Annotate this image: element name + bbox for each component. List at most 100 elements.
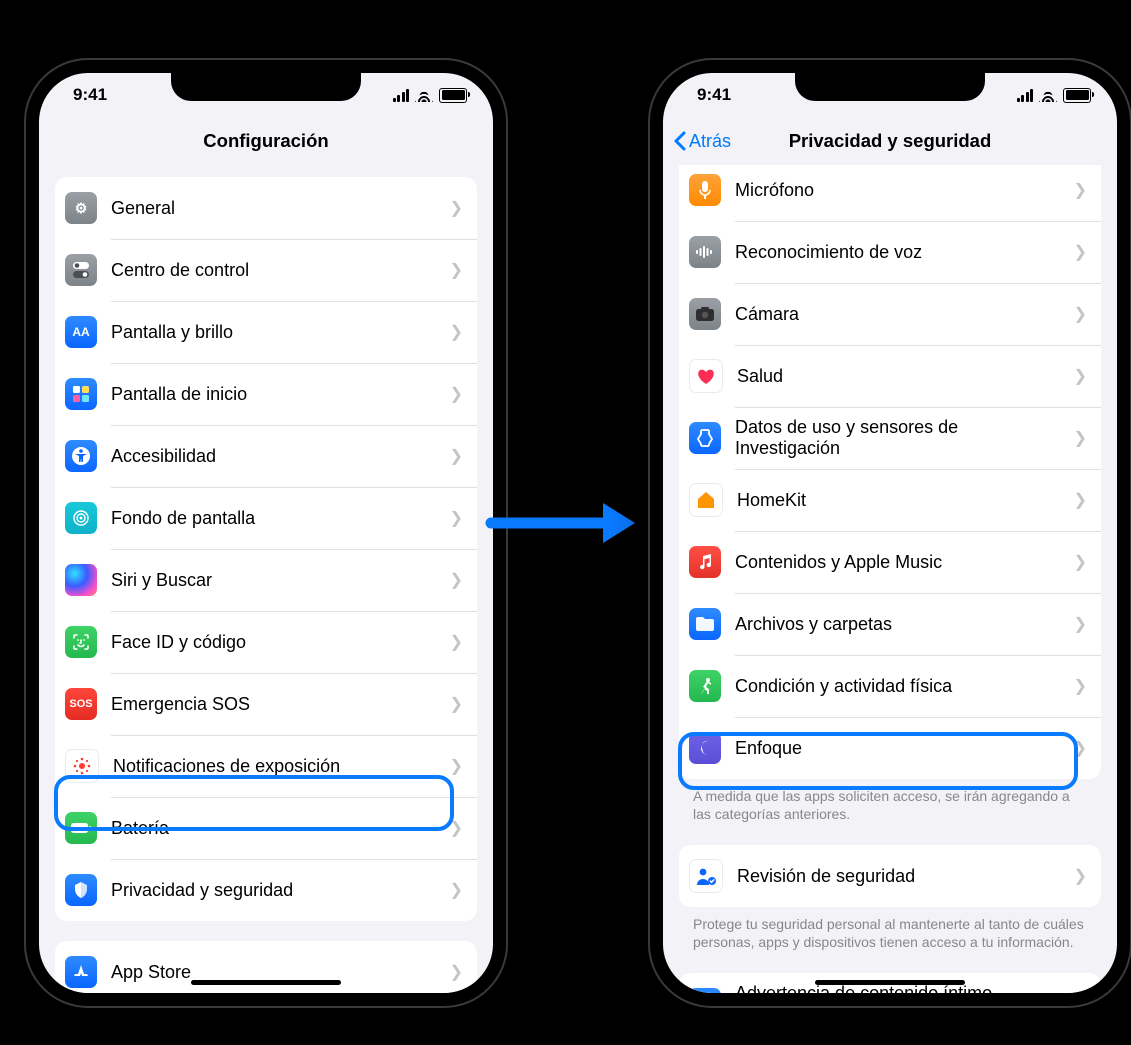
row-label: Emergencia SOS [111,694,436,715]
chevron-right-icon: ❯ [450,756,463,776]
chevron-right-icon: ❯ [450,694,463,714]
display-brightness-icon: AA [65,316,97,348]
speech-icon [689,236,721,268]
fitness-icon [689,670,721,702]
row-battery[interactable]: Batería ❯ [55,797,477,859]
research-icon [689,422,721,454]
row-health[interactable]: Salud ❯ [679,345,1101,407]
chevron-right-icon: ❯ [1074,366,1087,386]
row-label: Datos de uso y sensores de Investigación [735,417,1060,459]
row-label: Centro de control [111,260,436,281]
notch [795,73,985,101]
cellular-signal-icon [1017,89,1034,102]
focus-icon [689,732,721,764]
row-microphone[interactable]: Micrófono ❯ [679,165,1101,221]
row-exposure-notifications[interactable]: Notificaciones de exposición ❯ [55,735,477,797]
row-privacy-security[interactable]: Privacidad y seguridad ❯ [55,859,477,921]
arrow-right-icon [485,495,645,551]
row-motion-fitness[interactable]: Condición y actividad física ❯ [679,655,1101,717]
page-title: Privacidad y seguridad [789,130,992,152]
row-display-brightness[interactable]: AA Pantalla y brillo ❯ [55,301,477,363]
chevron-right-icon: ❯ [1074,738,1087,758]
row-camera[interactable]: Cámara ❯ [679,283,1101,345]
row-accessibility[interactable]: Accesibilidad ❯ [55,425,477,487]
siri-icon [65,564,97,596]
homekit-icon [689,483,723,517]
row-label: Accesibilidad [111,446,436,467]
row-label: Pantalla y brillo [111,322,436,343]
row-faceid-passcode[interactable]: Face ID y código ❯ [55,611,477,673]
chevron-right-icon: ❯ [1074,552,1087,572]
row-general[interactable]: ⚙︎ General ❯ [55,177,477,239]
health-icon [689,359,723,393]
back-label: Atrás [689,131,731,152]
chevron-right-icon: ❯ [450,570,463,590]
control-center-icon [65,254,97,286]
row-files-folders[interactable]: Archivos y carpetas ❯ [679,593,1101,655]
row-label: Condición y actividad física [735,676,1060,697]
page-title: Configuración [203,130,328,152]
row-label: Face ID y código [111,632,436,653]
nav-bar: Atrás Privacidad y seguridad [663,117,1117,165]
row-apple-music[interactable]: Contenidos y Apple Music ❯ [679,531,1101,593]
row-safety-check[interactable]: Revisión de seguridad ❯ [679,845,1101,907]
chevron-right-icon: ❯ [1074,180,1087,200]
appstore-icon [65,956,97,988]
accessibility-icon [65,440,97,472]
row-homekit[interactable]: HomeKit ❯ [679,469,1101,531]
status-time: 9:41 [697,85,731,105]
battery-icon-status [1063,88,1091,103]
cellular-signal-icon [393,89,410,102]
row-app-store[interactable]: App Store ❯ [55,941,477,993]
footer-text: A medida que las apps soliciten acceso, … [679,787,1101,827]
back-button[interactable]: Atrás [673,117,731,165]
row-home-screen[interactable]: Pantalla de inicio ❯ [55,363,477,425]
row-speech-recognition[interactable]: Reconocimiento de voz ❯ [679,221,1101,283]
row-emergency-sos[interactable]: SOS Emergencia SOS ❯ [55,673,477,735]
privacy-icon [65,874,97,906]
chevron-right-icon: ❯ [1074,490,1087,510]
row-wallpaper[interactable]: Fondo de pantalla ❯ [55,487,477,549]
row-label: Fondo de pantalla [111,508,436,529]
notch [171,73,361,101]
safety-check-group: Revisión de seguridad ❯ [679,845,1101,907]
chevron-right-icon: ❯ [450,880,463,900]
chevron-right-icon: ❯ [1074,428,1087,448]
chevron-right-icon: ❯ [1074,242,1087,262]
row-focus[interactable]: Enfoque ❯ [679,717,1101,779]
content-scroll[interactable]: Micrófono ❯ Reconocimiento de voz ❯ Cáma… [663,165,1117,993]
apple-music-icon [689,546,721,578]
camera-icon [689,298,721,330]
safety-check-icon [689,859,723,893]
chevron-right-icon: ❯ [450,198,463,218]
row-label: HomeKit [737,490,1060,511]
home-indicator[interactable] [191,980,341,985]
footer-text: Protege tu seguridad personal al mantene… [679,915,1101,955]
row-label: Revisión de seguridad [737,866,1060,887]
row-label: Salud [737,366,1060,387]
row-label: Privacidad y seguridad [111,880,436,901]
wallpaper-icon [65,502,97,534]
row-research-sensors[interactable]: Datos de uso y sensores de Investigación… [679,407,1101,469]
privacy-group-1: Micrófono ❯ Reconocimiento de voz ❯ Cáma… [679,165,1101,779]
battery-icon [65,812,97,844]
status-time: 9:41 [73,85,107,105]
chevron-right-icon: ❯ [450,260,463,280]
chevron-right-icon: ❯ [450,632,463,652]
microphone-icon [689,174,721,206]
row-label: Siri y Buscar [111,570,436,591]
battery-icon-status [439,88,467,103]
row-label: Notificaciones de exposición [113,756,436,777]
settings-group-2: App Store ❯ Wallet y Apple Pay ❯ [55,941,477,993]
row-siri-search[interactable]: Siri y Buscar ❯ [55,549,477,611]
row-label: General [111,198,436,219]
gear-icon: ⚙︎ [65,192,97,224]
row-label: Batería [111,818,436,839]
chevron-right-icon: ❯ [1074,614,1087,634]
chevron-right-icon: ❯ [1074,866,1087,886]
row-control-center[interactable]: Centro de control ❯ [55,239,477,301]
content-scroll[interactable]: ⚙︎ General ❯ Centro de control ❯ AA Pant… [39,165,493,993]
row-label: Contenidos y Apple Music [735,552,1060,573]
home-indicator[interactable] [815,980,965,985]
row-label: Enfoque [735,738,1060,759]
